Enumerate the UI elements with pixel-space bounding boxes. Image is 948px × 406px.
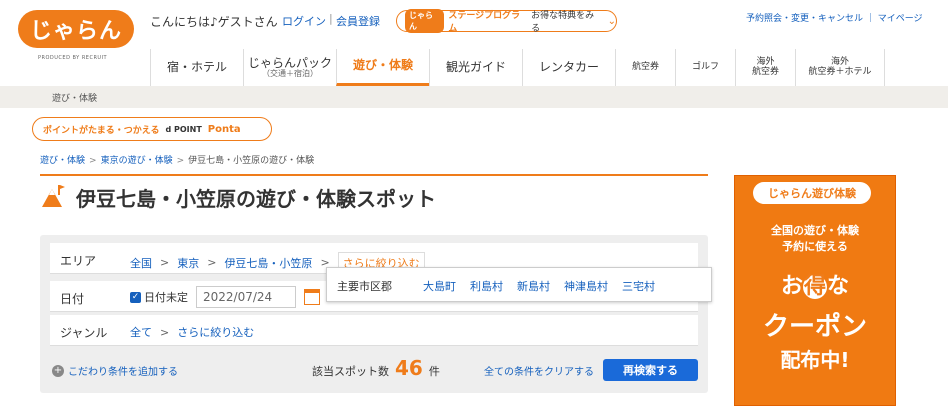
count-number: 46: [395, 356, 423, 380]
nav-label: 遊び・体験: [352, 58, 413, 73]
points-banner[interactable]: ポイントがたまる・つかえる d POINT Ponta: [32, 117, 272, 141]
count-unit: 件: [428, 365, 440, 378]
nav-sublabel: 航空券＋ホテル: [808, 66, 872, 77]
add-condition-link[interactable]: + こだわり条件を追加する: [52, 363, 178, 378]
section-band-label: 遊び・体験: [52, 94, 98, 104]
dropdown-option[interactable]: 神津島村: [564, 278, 608, 294]
dropdown-label: 主要市区郡: [337, 280, 392, 293]
nav-label: ゴルフ: [691, 61, 719, 72]
account-links[interactable]: 予約照会・変更・キャンセル ｜ マイページ: [746, 11, 923, 24]
breadcrumb-link[interactable]: 東京の遊び・体験: [101, 156, 173, 166]
stage-subtitle: お得な特典をみる: [531, 11, 595, 34]
nav-label: じゃらんパック: [247, 55, 332, 70]
nav-hotel[interactable]: 宿・ホテル: [150, 49, 243, 86]
nav-sublabel: （交通＋宿泊）: [262, 68, 318, 78]
mountain-icon: [42, 185, 65, 207]
dpoint-logo: d POINT: [165, 124, 202, 134]
nav-label: レンタカー: [538, 59, 599, 74]
dropdown-option[interactable]: 新島村: [517, 278, 550, 294]
ad-logo: じゃらん遊び体験: [753, 182, 871, 204]
ad-text: 予約に使える: [782, 240, 848, 253]
title-divider: [40, 174, 708, 176]
result-count: 該当スポット数 46 件: [312, 356, 440, 380]
breadcrumb-link[interactable]: 遊び・体験: [40, 156, 85, 166]
main-nav: 宿・ホテル じゃらんパック （交通＋宿泊） 遊び・体験 観光ガイド レンタカー 航…: [150, 49, 885, 86]
nav-label: 航空券: [631, 61, 659, 72]
chevron-down-icon: ⌄: [607, 15, 616, 27]
coupon-ad-banner[interactable]: じゃらん遊び体験 全国の遊び・体験 予約に使える お得な クーポン 配布中!: [734, 175, 896, 406]
stage-title: ステージプログラム: [448, 11, 521, 34]
ad-coupon-text: クーポン: [762, 312, 867, 342]
points-text: ポイントがたまる・つかえる: [43, 125, 160, 136]
research-button[interactable]: 再検索する: [603, 359, 698, 381]
breadcrumb-separator: >: [89, 156, 97, 166]
add-condition-label: こだわり条件を追加する: [68, 367, 178, 378]
nav-golf[interactable]: ゴルフ: [675, 49, 735, 86]
ad-headline-c: な: [827, 274, 850, 299]
date-label: 日付: [60, 292, 85, 306]
date-undecided-label: 日付未定: [144, 291, 188, 304]
ad-headline-a: お: [780, 274, 803, 299]
logo-subtitle: PRODUCED BY RECRUIT: [38, 55, 108, 61]
area-separator: >: [160, 256, 170, 269]
ponta-logo: Ponta: [207, 123, 241, 135]
nav-activities[interactable]: 遊び・体験: [336, 49, 429, 86]
nav-sublabel: 航空券: [751, 66, 779, 77]
jalan-logo[interactable]: じゃらん: [18, 10, 134, 48]
page-title: 伊豆七島・小笠原の遊び・体験スポット: [76, 187, 436, 211]
breadcrumb: 遊び・体験 > 東京の遊び・体験 > 伊豆七島・小笠原の遊び・体験: [40, 153, 314, 166]
ad-headline-b: 得: [803, 274, 827, 299]
area-link-izu[interactable]: 伊豆七島・小笠原: [224, 255, 312, 271]
area-link-tokyo[interactable]: 東京: [177, 255, 199, 271]
genre-label: ジャンル: [60, 326, 108, 340]
genre-separator: >: [160, 325, 170, 339]
header-separator: |: [329, 12, 333, 25]
nav-overseas-flight-hotel[interactable]: 海外 航空券＋ホテル: [795, 49, 885, 86]
stage-program-button[interactable]: じゃらん ステージプログラム お得な特典をみる ⌄: [396, 9, 617, 34]
dropdown-option[interactable]: 大島町: [423, 278, 456, 294]
genre-all-link[interactable]: 全て: [130, 324, 152, 340]
nav-label: 宿・ホテル: [166, 59, 227, 74]
nav-overseas-flights[interactable]: 海外 航空券: [735, 49, 795, 86]
nav-rentacar[interactable]: レンタカー: [522, 49, 615, 86]
greeting-text: こんにちは♪ゲストさん: [150, 15, 278, 29]
dropdown-option[interactable]: 三宅村: [622, 278, 655, 294]
nav-label: 観光ガイド: [445, 59, 506, 74]
breadcrumb-current: 伊豆七島・小笠原の遊び・体験: [188, 156, 315, 166]
area-dropdown: 主要市区郡 大島町 利島村 新島村 神津島村 三宅村: [326, 267, 712, 302]
nav-guide[interactable]: 観光ガイド: [429, 49, 522, 86]
count-label: 該当スポット数: [312, 365, 389, 378]
login-link[interactable]: ログイン: [282, 13, 326, 29]
genre-row: ジャンル 全て > さらに絞り込む: [50, 315, 698, 346]
ad-headline: お得な: [735, 268, 895, 300]
register-link[interactable]: 会員登録: [336, 13, 380, 29]
stage-logo: じゃらん: [405, 9, 445, 33]
ad-distributing-text: 配布中!: [780, 348, 850, 372]
calendar-icon[interactable]: [304, 289, 320, 305]
section-band: 遊び・体験: [0, 86, 948, 108]
check-icon: ✓: [130, 291, 141, 303]
clear-conditions-link[interactable]: 全ての条件をクリアする: [484, 363, 594, 378]
breadcrumb-separator: >: [176, 156, 185, 166]
date-undecided-checkbox[interactable]: ✓ 日付未定: [130, 289, 188, 305]
nav-flights[interactable]: 航空券: [615, 49, 675, 86]
date-input[interactable]: 2022/07/24: [196, 286, 296, 308]
plus-icon: +: [52, 364, 64, 377]
nav-pack[interactable]: じゃらんパック （交通＋宿泊）: [243, 49, 336, 86]
area-label: エリア: [60, 254, 97, 268]
dropdown-option[interactable]: 利島村: [470, 278, 503, 294]
area-link-national[interactable]: 全国: [130, 255, 152, 271]
ad-text: 全国の遊び・体験: [771, 224, 859, 237]
area-separator: >: [207, 256, 217, 269]
genre-narrow-link[interactable]: さらに絞り込む: [177, 324, 254, 340]
